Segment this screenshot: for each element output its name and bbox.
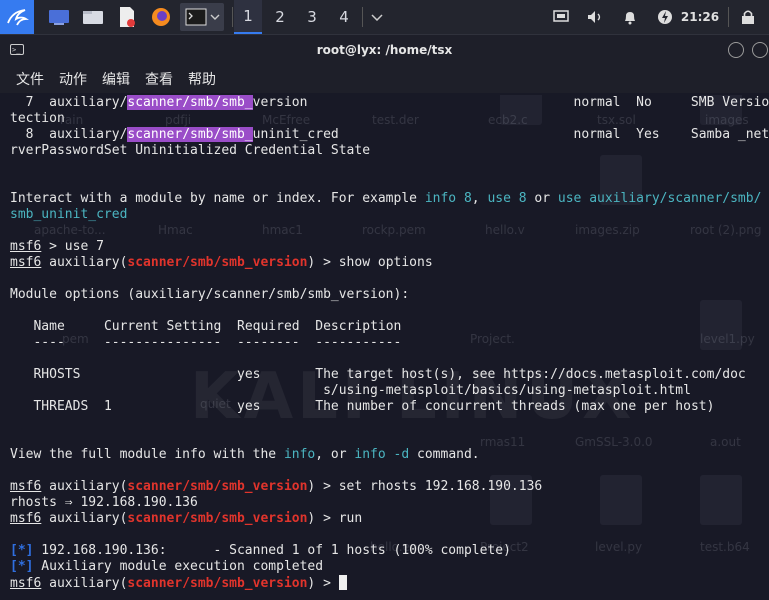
workspace-2[interactable]: 2 [266,0,294,34]
prompt-line: msf6 auxiliary(scanner/smb/smb_version) … [10,255,433,270]
power-status-button[interactable] [655,0,675,34]
top-panel: 1 2 3 4 21:26 [0,0,769,35]
notifications-button[interactable] [620,0,640,34]
options-table-separator: ---- --------------- -------- ----------… [10,335,402,350]
options-row-rhosts: RHOSTS yes The target host(s), see https… [33,367,746,382]
power-bolt-icon [658,10,672,24]
clock[interactable]: 21:26 [680,0,720,34]
terminal-line: rverPasswordSet Uninitialized Credential… [10,143,371,158]
minimize-button[interactable] [728,42,744,58]
options-table-header: Name Current Setting Required Descriptio… [33,319,402,334]
volume-button[interactable] [585,0,605,34]
bell-icon [625,12,635,25]
workspace-1[interactable]: 1 [234,0,262,34]
panel-separator [362,7,363,27]
workspace-4[interactable]: 4 [330,0,358,34]
text-editor-button[interactable] [114,0,140,34]
maximize-button[interactable] [752,42,768,58]
workspace-3[interactable]: 3 [298,0,326,34]
completion-status-line: [*] Auxiliary module execution completed [10,559,324,574]
lock-screen-button[interactable] [738,0,758,34]
text-editor-icon [120,7,135,27]
menu-edit[interactable]: 编辑 [102,69,130,89]
rhosts-echo-line: rhosts ⇒ 192.168.190.136 [10,495,198,510]
menu-bar: 文件 动作 编辑 查看 帮助 [0,65,769,93]
prompt-line: msf6 auxiliary(scanner/smb/smb_version) … [10,479,543,494]
folder-icon [83,11,103,24]
lock-icon [742,10,754,24]
search-result-7: 7 auxiliary/scanner/smb/smb_version norm… [10,95,769,110]
prompt-line: msf6 auxiliary(scanner/smb/smb_version) … [10,511,363,526]
display-icon [553,10,569,22]
window-titlebar[interactable]: >_ root@lyx: /home/tsx [0,35,769,65]
search-result-8: 8 auxiliary/scanner/smb/smb_uninit_cred … [10,127,769,142]
terminal-output-area[interactable]: KALI LINUX rain pdfji McEfree test.der e… [0,95,769,600]
interact-hint-line: Interact with a module by name or index.… [10,191,762,206]
terminal-line: tection [10,111,65,126]
terminal-taskbar-button[interactable] [180,3,224,31]
search-match-highlight: scanner/smb/smb_ [127,95,253,110]
terminal-text: 7 auxiliary/scanner/smb/smb_version norm… [10,95,769,591]
options-row-rhosts-cont: s/using-metasploit/basics/using-metasplo… [323,383,691,398]
menu-view[interactable]: 查看 [145,69,173,89]
file-manager-button[interactable] [80,0,106,34]
kali-dragon-icon [7,9,29,26]
workspace-menu-button[interactable] [368,0,386,34]
chevron-down-icon [210,14,219,20]
window-title: root@lyx: /home/tsx [316,43,453,57]
active-prompt-line[interactable]: msf6 auxiliary(scanner/smb/smb_version) … [10,575,769,591]
screenshot-tray-button[interactable] [551,0,571,34]
menu-action[interactable]: 动作 [59,69,87,89]
prompt-line: msf6 > use 7 [10,239,104,254]
panel-separator [728,7,729,27]
menu-help[interactable]: 帮助 [188,69,216,89]
firefox-button[interactable] [148,0,174,34]
menu-file[interactable]: 文件 [16,69,44,89]
show-desktop-button[interactable] [46,0,72,34]
desktop-icon [49,10,69,25]
panel-separator [232,7,233,27]
terminal-window: >_ root@lyx: /home/tsx 文件 动作 编辑 查看 帮助 KA… [0,35,769,600]
module-options-heading: Module options (auxiliary/scanner/smb/sm… [10,287,410,302]
search-match-highlight: scanner/smb/smb_ [127,127,253,142]
scan-status-line: [*] 192.168.190.136: - Scanned 1 of 1 ho… [10,543,511,558]
text-cursor [338,575,347,590]
interact-hint-line-cont: smb_uninit_cred [10,207,128,222]
terminal-icon [185,8,206,26]
volume-icon [588,11,601,23]
firefox-icon [152,8,170,26]
kali-menu-button[interactable] [0,0,34,34]
options-row-threads: THREADS 1 yes The number of concurrent t… [33,399,715,414]
chevron-down-icon [371,14,383,21]
view-info-hint-line: View the full module info with the info,… [10,447,480,462]
